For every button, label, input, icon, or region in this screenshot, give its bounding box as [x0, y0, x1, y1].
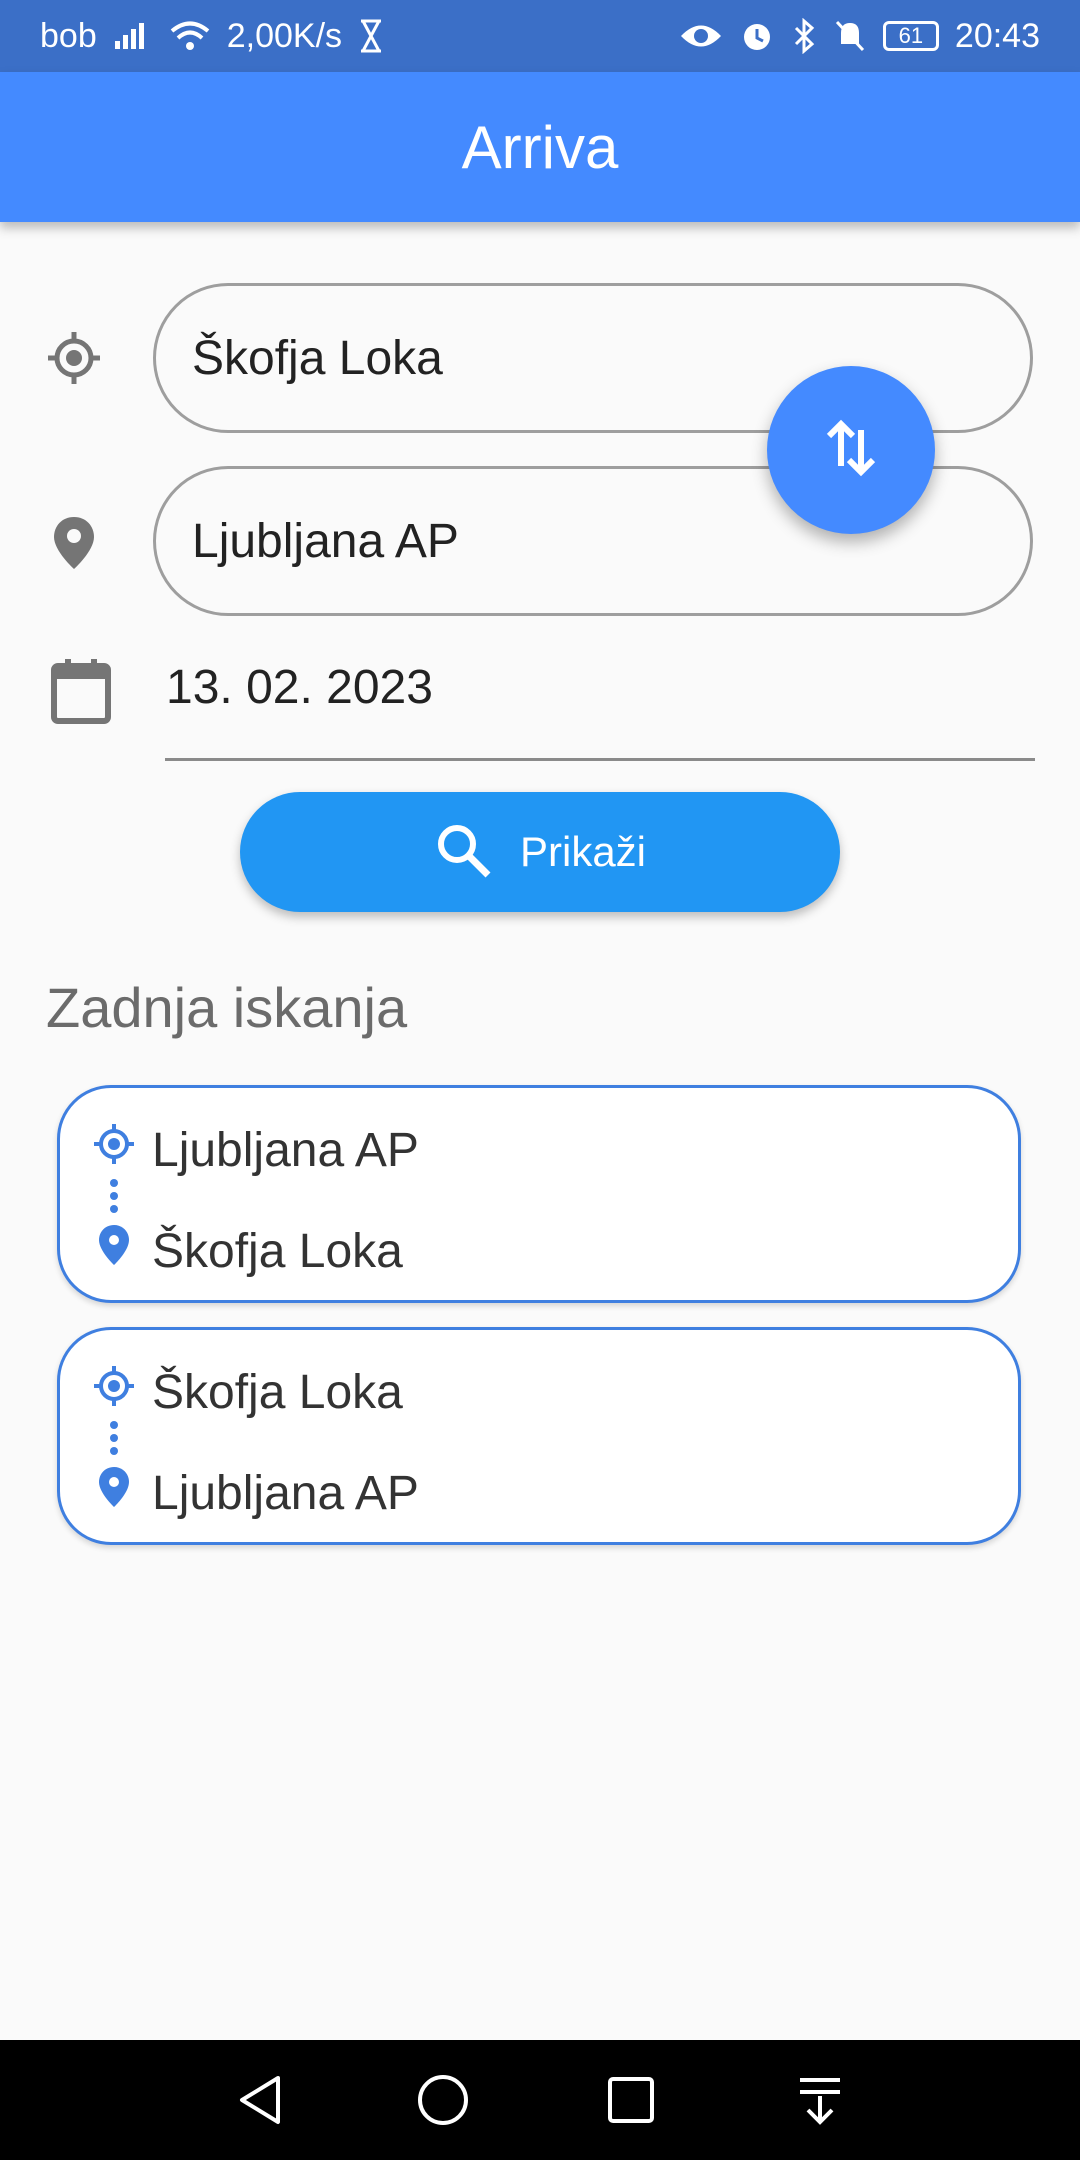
- swap-button[interactable]: [767, 366, 935, 534]
- search-button[interactable]: Prikaži: [240, 792, 840, 912]
- my-location-icon: [92, 1364, 136, 1420]
- route-dots-icon: [109, 1420, 119, 1461]
- signal-icon: [113, 21, 153, 51]
- recent-item[interactable]: Škofja Loka Ljubljana AP: [57, 1327, 1021, 1545]
- my-location-icon: [46, 330, 102, 391]
- navigation-bar: [0, 2040, 1080, 2160]
- battery-icon: 61: [882, 21, 939, 51]
- place-icon: [52, 515, 96, 576]
- to-value: Ljubljana AP: [192, 514, 459, 568]
- recent-to: Ljubljana AP: [152, 1466, 419, 1520]
- place-icon: [92, 1223, 136, 1279]
- recents-icon[interactable]: [601, 2070, 661, 2135]
- recent-from: Ljubljana AP: [152, 1123, 419, 1177]
- app-bar: Arriva: [0, 72, 1080, 222]
- clock: 20:43: [954, 16, 1040, 55]
- place-icon: [92, 1465, 136, 1521]
- route-dots-icon: [109, 1178, 119, 1219]
- date-input[interactable]: 13. 02. 2023: [166, 660, 433, 715]
- home-icon[interactable]: [413, 2070, 473, 2135]
- calendar-icon: [50, 657, 112, 730]
- recent-title: Zadnja iskanja: [46, 976, 408, 1039]
- recent-from: Škofja Loka: [152, 1365, 403, 1419]
- hourglass-icon: [358, 19, 384, 53]
- carrier-label: bob: [40, 16, 97, 55]
- alarm-icon: [739, 18, 775, 54]
- battery-level: 61: [898, 23, 924, 48]
- back-icon[interactable]: [230, 2070, 290, 2135]
- search-icon: [434, 821, 492, 884]
- bluetooth-icon: [791, 18, 817, 54]
- notifications-pull-icon[interactable]: [790, 2070, 850, 2135]
- wifi-icon: [169, 20, 211, 52]
- network-speed: 2,00K/s: [226, 16, 343, 55]
- app-title: Arriva: [461, 113, 619, 181]
- my-location-icon: [92, 1122, 136, 1178]
- mute-icon: [833, 18, 867, 54]
- from-value: Škofja Loka: [192, 331, 443, 385]
- date-value: 13. 02. 2023: [166, 661, 433, 714]
- status-bar: bob 2,00K/s 61 20:43: [0, 0, 1080, 72]
- date-underline: [165, 758, 1035, 761]
- eye-icon: [679, 21, 723, 51]
- recent-item[interactable]: Ljubljana AP Škofja Loka: [57, 1085, 1021, 1303]
- recent-to: Škofja Loka: [152, 1224, 403, 1278]
- swap-icon: [823, 416, 879, 485]
- search-label: Prikaži: [519, 828, 647, 875]
